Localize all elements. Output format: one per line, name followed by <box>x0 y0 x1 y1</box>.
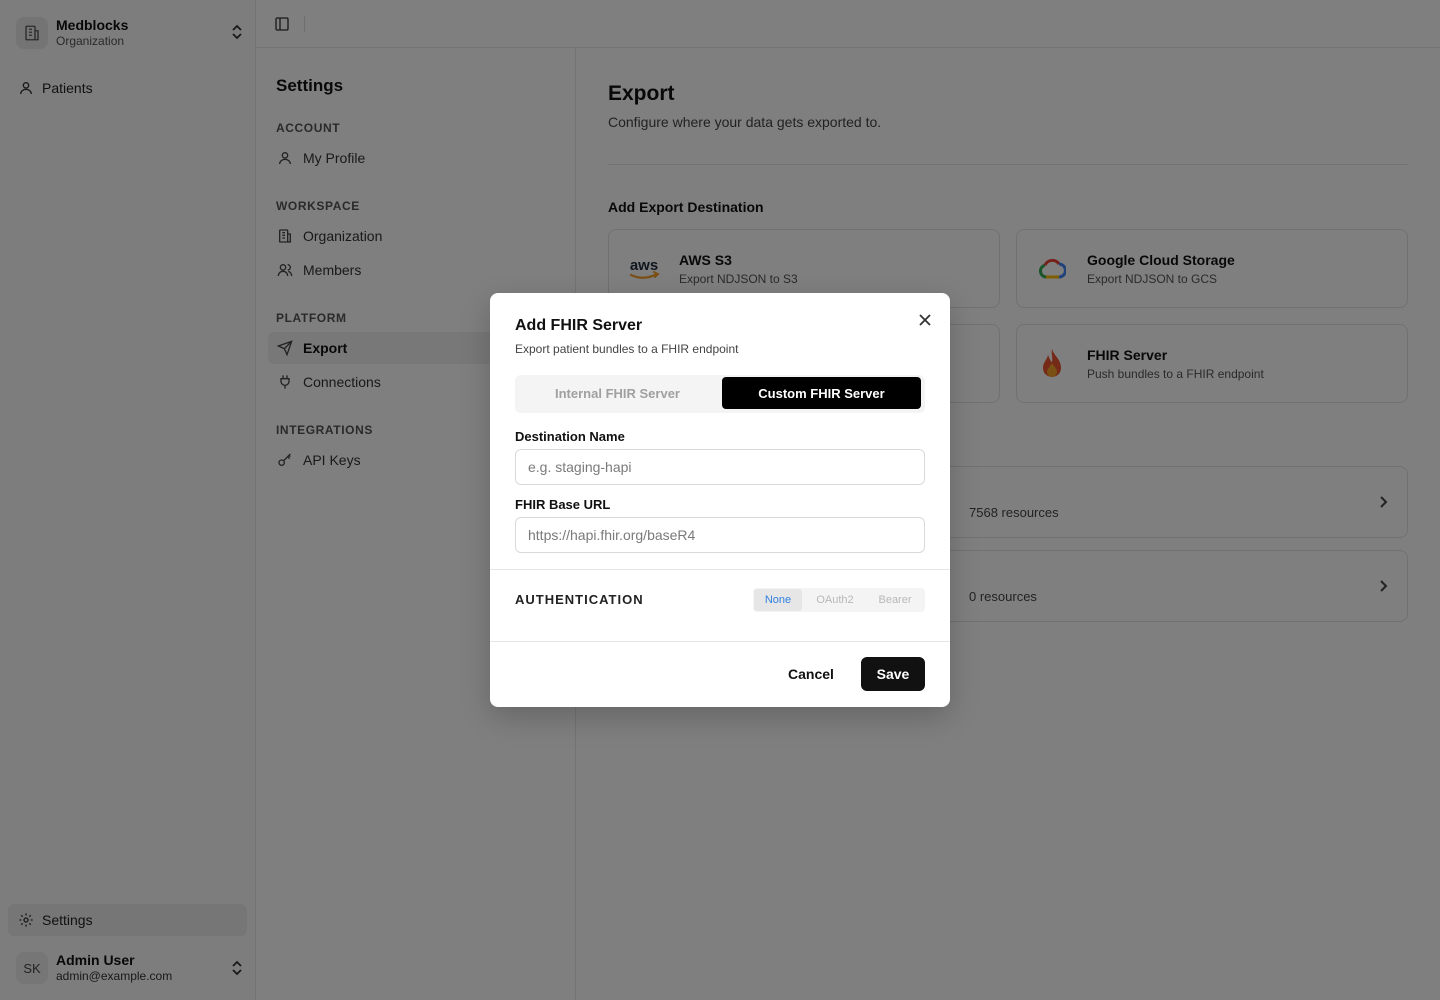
fhir-base-url-input[interactable] <box>515 517 925 553</box>
tab-internal-fhir-server[interactable]: Internal FHIR Server <box>518 377 717 409</box>
cancel-button[interactable]: Cancel <box>773 657 849 691</box>
destination-name-input[interactable] <box>515 449 925 485</box>
destination-name-label: Destination Name <box>515 429 625 444</box>
dialog-title: Add FHIR Server <box>515 317 643 334</box>
server-type-toggle: Internal FHIR Server Custom FHIR Server <box>515 375 925 413</box>
auth-option-bearer[interactable]: Bearer <box>867 589 923 611</box>
divider <box>490 569 950 570</box>
divider <box>490 641 950 642</box>
auth-type-toggle: None OAuth2 Bearer <box>753 588 925 612</box>
auth-option-oauth2[interactable]: OAuth2 <box>807 589 863 611</box>
authentication-label: AUTHENTICATION <box>515 592 644 607</box>
save-button[interactable]: Save <box>861 657 925 691</box>
tab-custom-fhir-server[interactable]: Custom FHIR Server <box>722 377 921 409</box>
close-icon[interactable] <box>916 311 934 329</box>
add-fhir-server-dialog: Add FHIR Server Export patient bundles t… <box>490 293 950 707</box>
fhir-base-url-label: FHIR Base URL <box>515 497 611 512</box>
dialog-subtitle: Export patient bundles to a FHIR endpoin… <box>515 342 739 356</box>
auth-option-none[interactable]: None <box>754 589 802 611</box>
